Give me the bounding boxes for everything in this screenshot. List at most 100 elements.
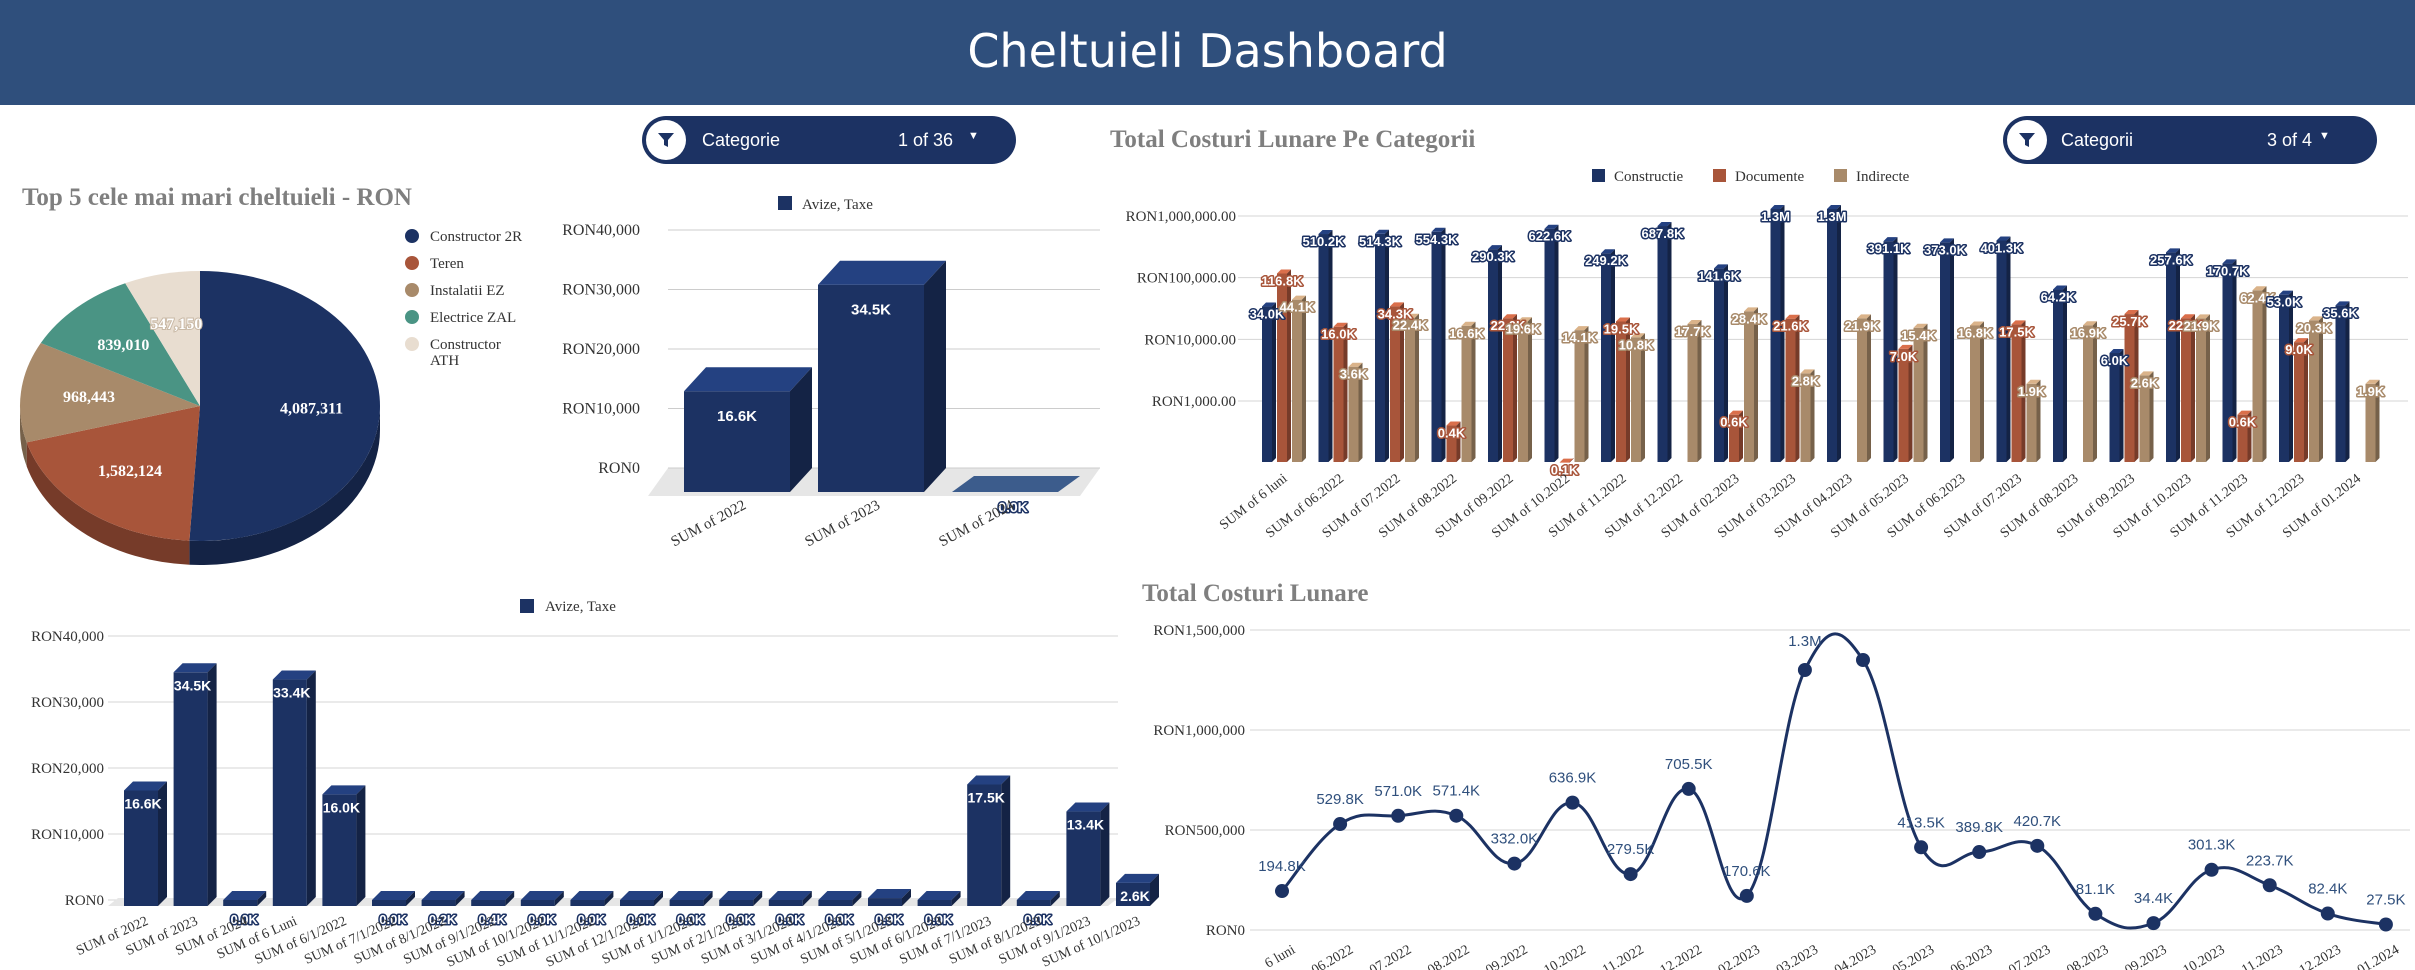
bar-value-label: 17.5K: [968, 790, 1005, 806]
bar-side: [2006, 236, 2011, 462]
legend-marker: [1834, 169, 1847, 182]
bar: [1744, 307, 1758, 462]
bar-value-label: 16.9K: [2071, 325, 2106, 340]
bar-front: [1375, 233, 1385, 462]
bar-value-label: 373.0K: [1924, 242, 1967, 257]
y-tick-label: RON0: [598, 460, 640, 477]
legend-label: Electrice ZAL: [430, 310, 516, 326]
bar-front: [684, 391, 790, 492]
line-point: [1681, 781, 1696, 796]
bar-front: [719, 900, 754, 906]
bar-front: [223, 900, 258, 906]
legend-marker: [405, 256, 419, 270]
bar-side: [207, 663, 217, 906]
bar-value-label: 19.6K: [1506, 321, 1541, 336]
bar: [2083, 321, 2097, 462]
bar: [952, 476, 1080, 492]
bar-value-label: 170.7K: [2207, 263, 2250, 278]
bar: [1503, 314, 1517, 462]
bar-front: [1770, 208, 1781, 462]
line-point: [1565, 795, 1580, 810]
bar-front: [2181, 318, 2191, 462]
bar-value-label: 0.4K: [1438, 426, 1466, 441]
x-tick-label: 02.2023: [1716, 942, 1763, 970]
bar-front: [1292, 299, 1302, 462]
bar-side: [2232, 259, 2237, 462]
line-value-label: 170.6K: [1723, 863, 1771, 880]
bar-front: [570, 900, 605, 906]
legend-label: Documente: [1735, 169, 1804, 185]
bar-front: [520, 900, 555, 906]
bar-value-label: 1.3M: [1761, 209, 1790, 224]
bar-value-label: 16.6K: [124, 795, 161, 811]
legend-label: Constructor: [430, 337, 501, 353]
bar-value-label: 35.6K: [2323, 305, 2358, 320]
line-value-label: 332.0K: [1491, 831, 1539, 848]
bar-front: [2083, 325, 2093, 462]
bar-front: [372, 900, 406, 906]
bar-value-label: 3.6K: [1340, 367, 1368, 382]
bar: [2053, 285, 2067, 462]
bar-value-label: 2.8K: [1792, 373, 1820, 388]
line-point: [1391, 808, 1406, 823]
bar-value-label: 249.2K: [1585, 253, 1628, 268]
x-tick-label: 11.2023: [2239, 942, 2285, 970]
bar-front: [1714, 268, 1724, 462]
legend-label: Instalatii EZ: [430, 283, 505, 299]
legend-marker: [778, 196, 792, 210]
y-tick-label: RON1,000.00: [1152, 394, 1236, 410]
x-tick-label: 05.2023: [1890, 942, 1937, 970]
bar: [1518, 317, 1532, 462]
bar-value-label: 16.6K: [1449, 326, 1484, 341]
bar-front: [1333, 326, 1344, 462]
line-point: [1856, 653, 1870, 667]
y-tick-label: RON20,000: [562, 341, 640, 358]
bar-front: [471, 900, 506, 906]
bar-top: [684, 367, 812, 392]
x-tick-label: 03.2023: [1774, 942, 1821, 970]
bar-front: [917, 900, 952, 906]
bar-value-label: 64.2K: [2041, 290, 2076, 305]
bar-value-label: 141.6K: [1698, 268, 1741, 283]
bar-side: [1302, 295, 1306, 462]
bar-front: [1016, 900, 1051, 906]
bar-side: [1667, 222, 1672, 462]
bar-side: [1754, 307, 1758, 462]
legend-marker: [405, 283, 419, 297]
bar: [1375, 229, 1389, 462]
x-tick-label: 09.2023: [2123, 942, 2170, 970]
bar-front: [1544, 228, 1555, 462]
bar-side: [2191, 314, 2195, 462]
bar-value-label: 116.8K: [1261, 274, 1303, 289]
bar-side: [1385, 229, 1389, 462]
bar-value-label: 21.9K: [2184, 318, 2219, 333]
x-tick-label: 06.2022: [1309, 942, 1356, 970]
bar-front: [818, 900, 853, 906]
pie-value-label: 547,150: [150, 316, 202, 333]
bar-side: [2093, 321, 2097, 462]
bar-value-label: 21.6K: [1773, 319, 1808, 334]
bar: [1657, 222, 1672, 462]
bar-front: [2294, 342, 2304, 462]
bar-front: [1898, 348, 1909, 462]
line-value-label: 223.7K: [2246, 852, 2294, 869]
bar-front: [2053, 289, 2063, 462]
bar-front: [768, 900, 803, 906]
x-tick-label: 07.2023: [2006, 942, 2053, 970]
bar-front: [1827, 208, 1837, 462]
bar: [2222, 259, 2237, 462]
bar-side: [1554, 224, 1559, 462]
bar-side: [1287, 269, 1291, 462]
bar-value-label: 53.0K: [2267, 295, 2302, 310]
bar: [2309, 316, 2323, 462]
bar-side: [2176, 248, 2180, 462]
bar: [2166, 248, 2180, 462]
line-value-label: 81.1K: [2076, 881, 2115, 898]
legend-marker: [520, 599, 534, 613]
bar-front: [2222, 263, 2233, 462]
bar-side: [1272, 302, 1276, 462]
bar: [1488, 245, 1502, 462]
bar: [2335, 301, 2350, 462]
bar-side: [2345, 301, 2350, 462]
bar-value-label: 16.8K: [1958, 325, 1993, 340]
